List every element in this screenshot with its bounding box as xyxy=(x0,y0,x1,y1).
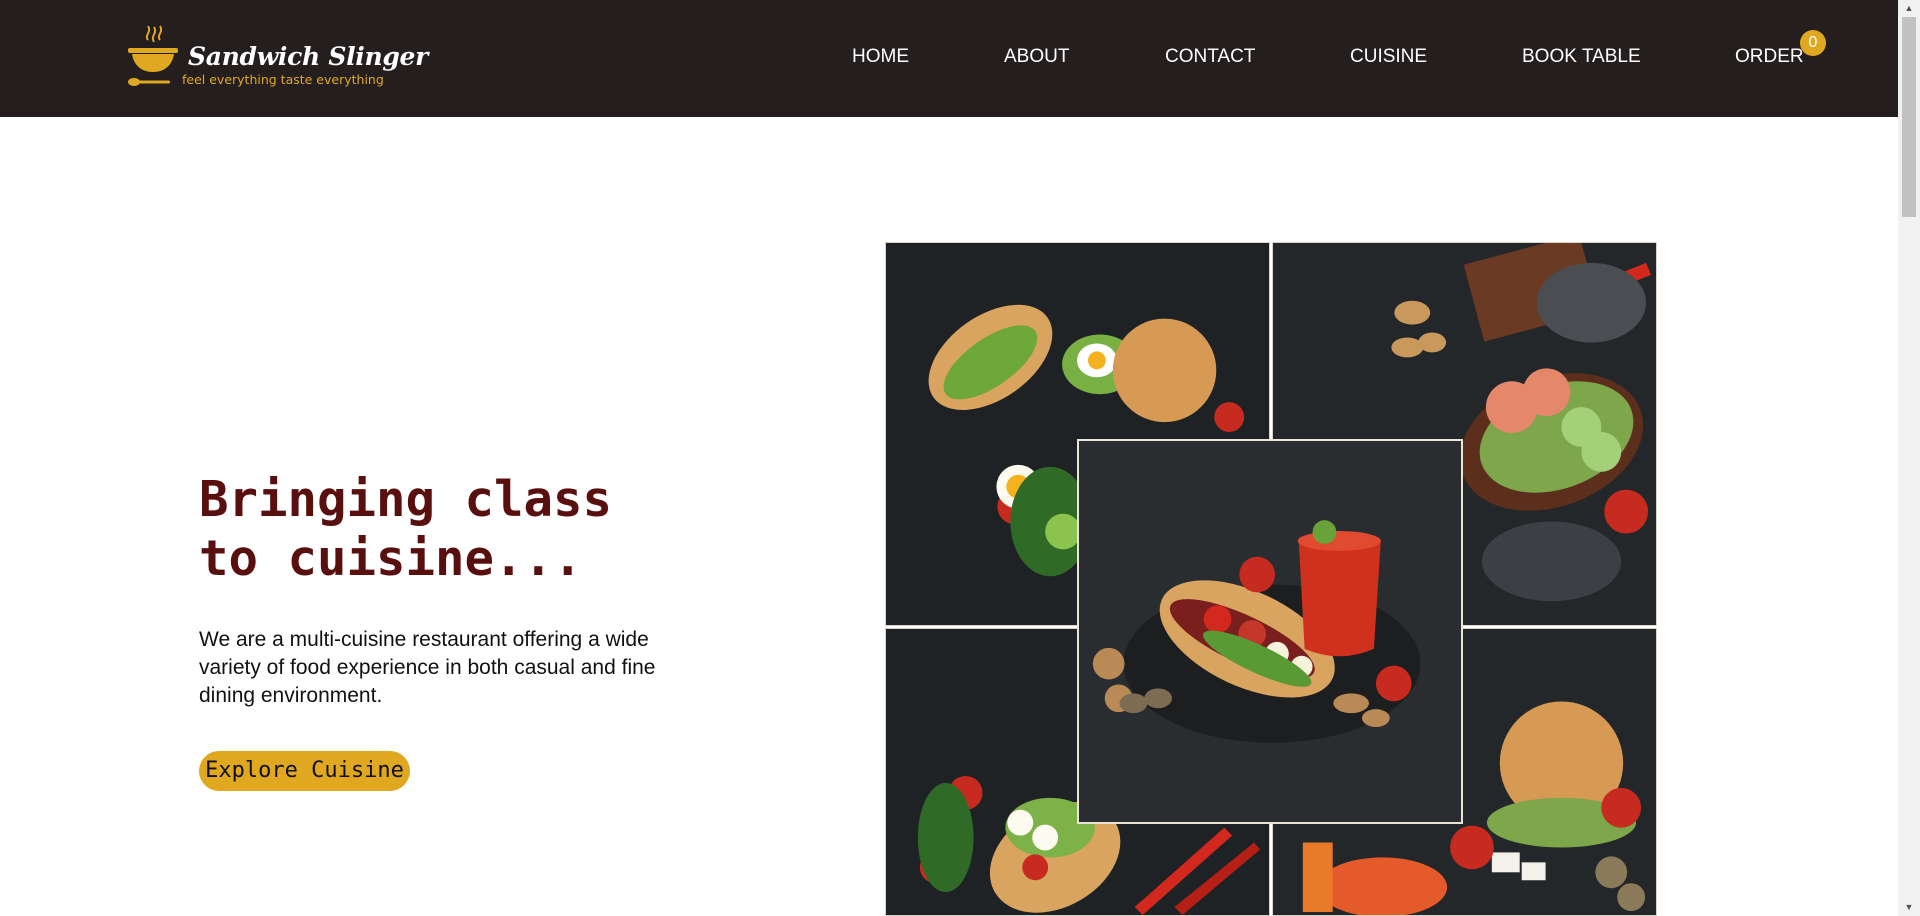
nav-book-table[interactable]: BOOK TABLE xyxy=(1522,46,1641,68)
hero-title-line-1: Bringing class xyxy=(199,471,613,528)
hero-title: Bringing class to cuisine... xyxy=(199,470,719,588)
order-count-badge: 0 xyxy=(1800,30,1826,56)
hero-title-line-2: to cuisine... xyxy=(199,530,583,587)
nav-order[interactable]: ORDER xyxy=(1735,46,1804,68)
collage-image-center xyxy=(1077,439,1463,824)
scrollbar-thumb[interactable] xyxy=(1902,17,1916,217)
food-collage xyxy=(885,242,1657,916)
hero-description: We are a multi-cuisine restaurant offeri… xyxy=(199,628,656,707)
nav-home[interactable]: HOME xyxy=(852,46,909,68)
scroll-up-arrow-icon[interactable]: ▲ xyxy=(1898,0,1920,17)
scroll-down-arrow-icon[interactable]: ▼ xyxy=(1898,899,1920,916)
nav-about[interactable]: ABOUT xyxy=(1004,46,1069,68)
main-navigation: HOME ABOUT CONTACT CUISINE BOOK TABLE OR… xyxy=(0,0,1898,117)
explore-cuisine-button[interactable]: Explore Cuisine xyxy=(199,751,410,791)
nav-cuisine[interactable]: CUISINE xyxy=(1350,46,1427,68)
nav-contact[interactable]: CONTACT xyxy=(1165,46,1255,68)
top-navbar: Sandwich Slinger feel everything taste e… xyxy=(0,0,1898,117)
page-scrollbar[interactable]: ▲ ▼ xyxy=(1898,0,1920,916)
